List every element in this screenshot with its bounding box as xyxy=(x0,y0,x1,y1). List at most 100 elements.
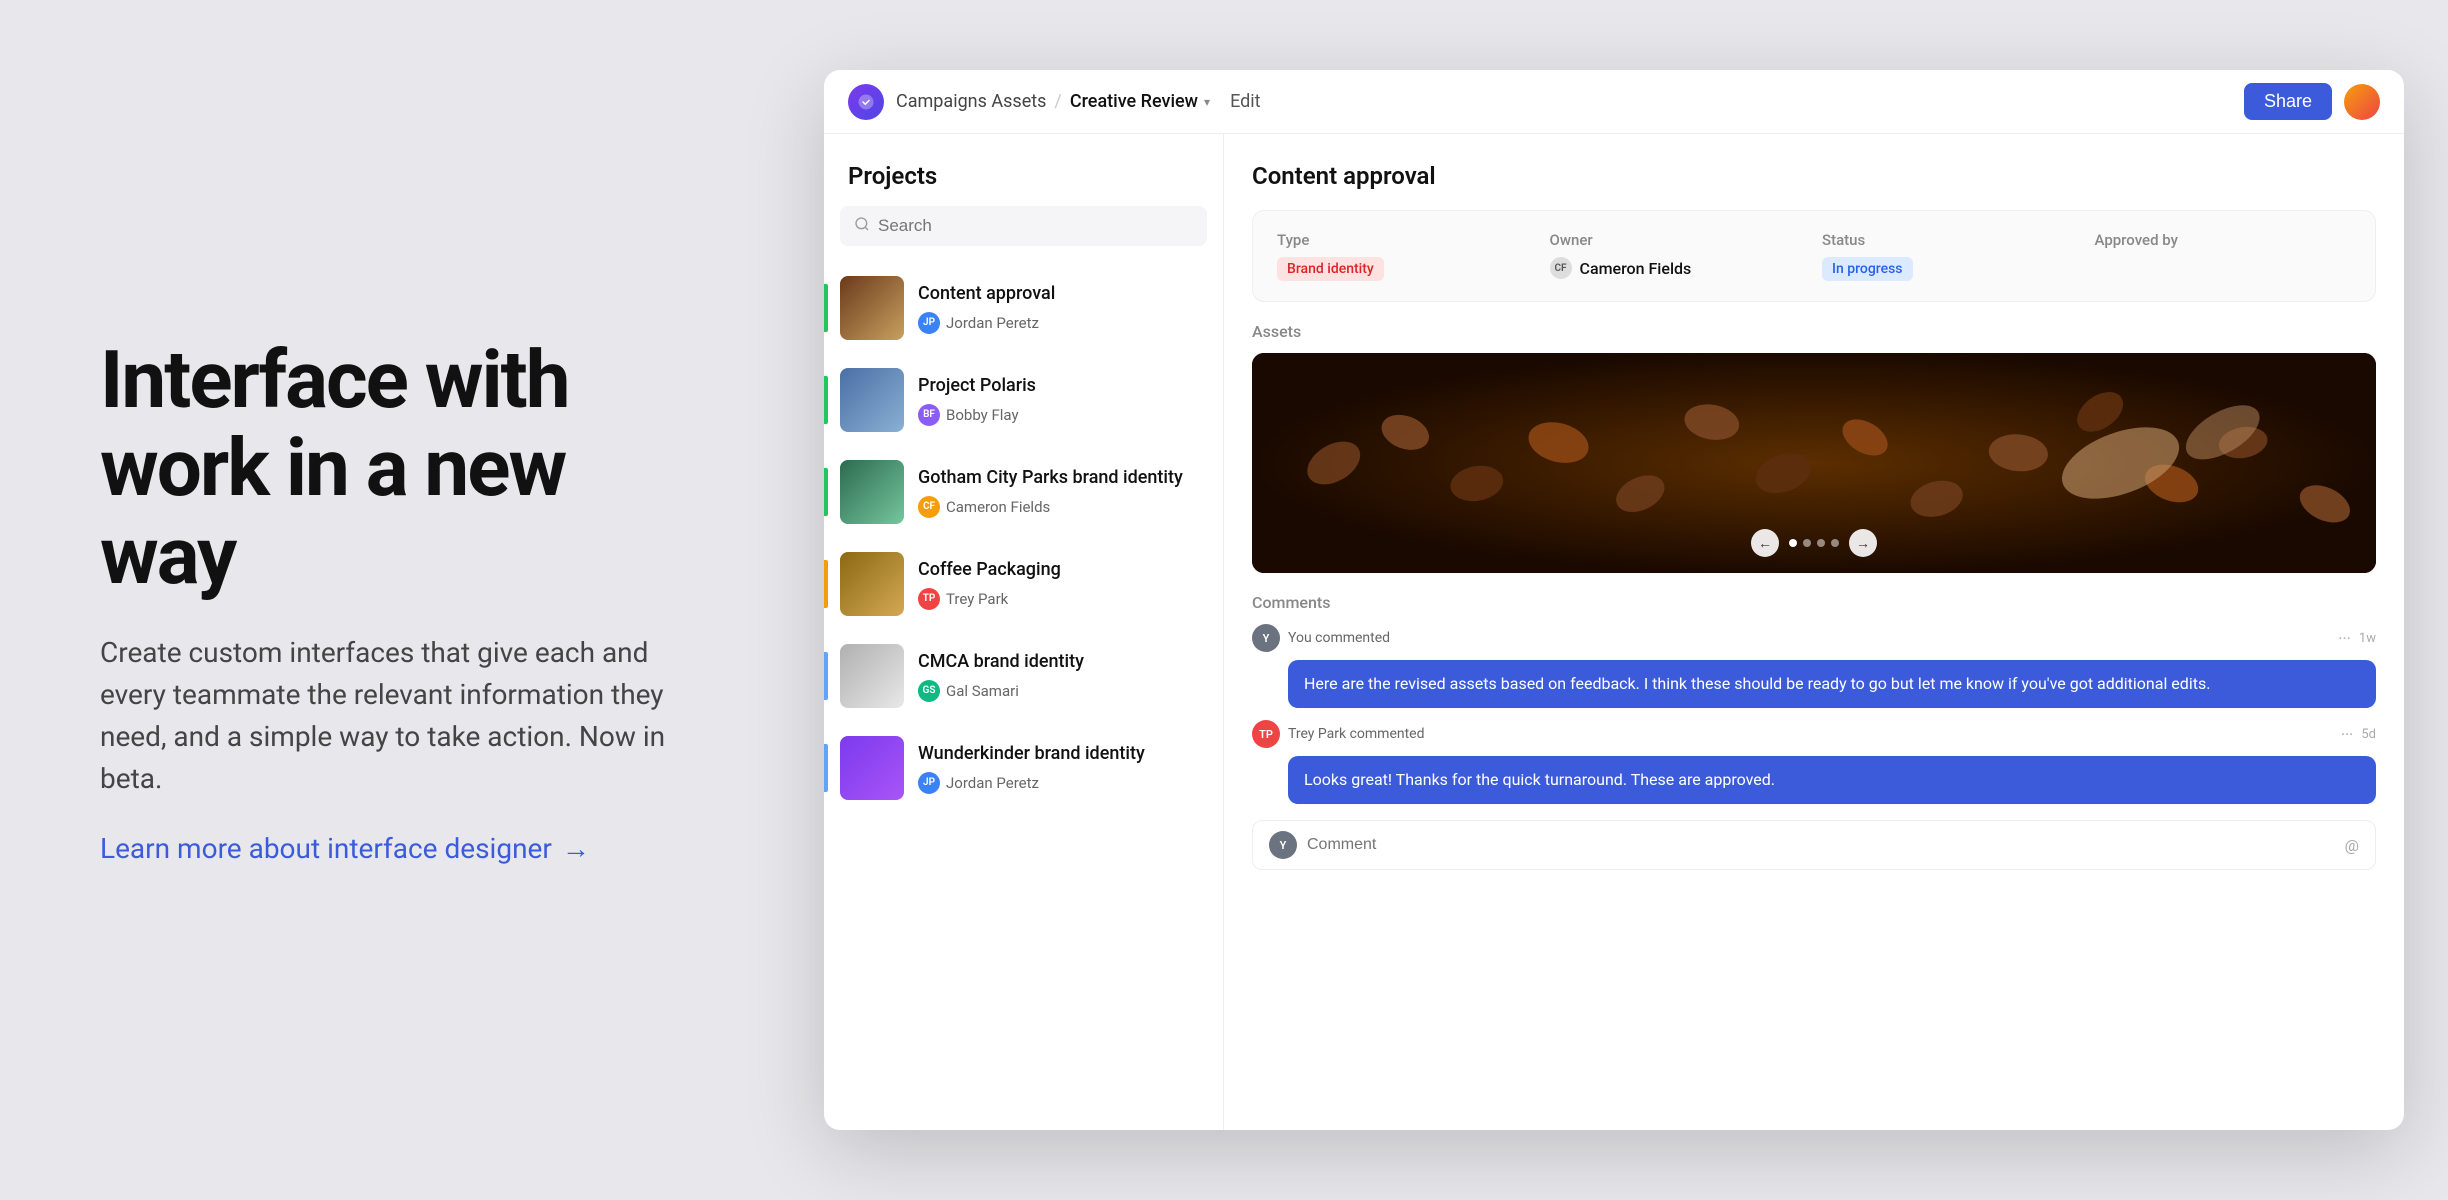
nav-dot-2[interactable] xyxy=(1803,539,1811,547)
comment-block-0: Y You commented ··· 1w Here are the revi… xyxy=(1252,624,2376,708)
project-name-0: Content approval xyxy=(918,282,1055,305)
project-info-4: CMCA brand identity GS Gal Samari xyxy=(918,650,1084,701)
projects-panel: Projects xyxy=(824,134,1224,1130)
search-input[interactable] xyxy=(878,216,1193,236)
meta-type-label: Type xyxy=(1277,231,1534,249)
assets-section: Assets xyxy=(1252,322,2376,573)
content-panel-title: Content approval xyxy=(1252,162,2376,190)
assets-label: Assets xyxy=(1252,322,2376,341)
comment-options-0[interactable]: ··· xyxy=(2338,629,2351,648)
comment-meta-0: You commented xyxy=(1288,630,2330,646)
breadcrumb-campaigns[interactable]: Campaigns Assets xyxy=(896,91,1046,112)
content-panel: Content approval Type Brand identity Own… xyxy=(1224,134,2404,1130)
search-box[interactable] xyxy=(840,206,1207,246)
status-badge: In progress xyxy=(1822,257,1913,281)
project-info-0: Content approval JP Jordan Peretz xyxy=(918,282,1055,333)
comment-thread: Y You commented ··· 1w Here are the revi… xyxy=(1252,624,2376,1102)
project-name-2: Gotham City Parks brand identity xyxy=(918,466,1183,489)
project-item-gotham[interactable]: Gotham City Parks brand identity CF Came… xyxy=(824,446,1223,538)
breadcrumb-creative-review[interactable]: Creative Review ▾ xyxy=(1070,91,1210,112)
project-thumb-1 xyxy=(840,368,904,432)
project-owner-5: JP Jordan Peretz xyxy=(918,772,1145,794)
search-icon xyxy=(854,216,870,236)
meta-approved-label: Approved by xyxy=(2095,231,2352,249)
owner-avatar-4: GS xyxy=(918,680,940,702)
project-name-1: Project Polaris xyxy=(918,374,1036,397)
comment-input-row[interactable]: Y @ xyxy=(1252,820,2376,870)
project-item-content-approval[interactable]: Content approval JP Jordan Peretz xyxy=(824,262,1223,354)
owner-row: CF Cameron Fields xyxy=(1550,257,1807,279)
project-item-polaris[interactable]: Project Polaris BF Bobby Flay xyxy=(824,354,1223,446)
top-bar-right: Share xyxy=(2244,83,2380,120)
learn-more-link[interactable]: Learn more about interface designer → xyxy=(100,832,680,865)
meta-owner-value: Cameron Fields xyxy=(1580,259,1692,278)
comment-block-1: TP Trey Park commented ··· 5d Looks grea… xyxy=(1252,720,2376,804)
owner-avatar-0: JP xyxy=(918,312,940,334)
comment-bubble-1: Looks great! Thanks for the quick turnar… xyxy=(1288,756,2376,804)
project-list: Content approval JP Jordan Peretz Proj xyxy=(824,262,1223,1130)
app-window: Campaigns Assets / Creative Review ▾ Edi… xyxy=(824,70,2404,1130)
meta-col-type: Type Brand identity xyxy=(1277,231,1534,281)
comments-label: Comments xyxy=(1252,593,2376,612)
project-info-2: Gotham City Parks brand identity CF Came… xyxy=(918,466,1183,517)
edit-button[interactable]: Edit xyxy=(1230,91,1260,112)
project-owner-1: BF Bobby Flay xyxy=(918,404,1036,426)
project-owner-4: GS Gal Samari xyxy=(918,680,1084,702)
image-nav: ← → xyxy=(1751,529,1877,557)
meta-col-owner: Owner CF Cameron Fields xyxy=(1550,231,1807,281)
hero-title: Interface with work in a new way xyxy=(100,336,680,600)
comment-bubble-0: Here are the revised assets based on fee… xyxy=(1288,660,2376,708)
project-owner-3: TP Trey Park xyxy=(918,588,1061,610)
meta-owner-label: Owner xyxy=(1550,231,1807,249)
project-owner-2: CF Cameron Fields xyxy=(918,496,1183,518)
comment-input[interactable] xyxy=(1307,836,2335,854)
owner-avatar-2: CF xyxy=(918,496,940,518)
comment-meta-1: Trey Park commented xyxy=(1288,726,2333,742)
breadcrumb: Campaigns Assets / Creative Review ▾ xyxy=(896,91,1210,112)
at-mention-icon[interactable]: @ xyxy=(2345,836,2359,855)
meta-table: Type Brand identity Owner CF Cameron Fie… xyxy=(1277,231,2351,281)
owner-avatar-1: BF xyxy=(918,404,940,426)
project-item-wunder[interactable]: Wunderkinder brand identity JP Jordan Pe… xyxy=(824,722,1223,814)
meta-status-label: Status xyxy=(1822,231,2079,249)
project-thumb-2 xyxy=(840,460,904,524)
right-panel: Campaigns Assets / Creative Review ▾ Edi… xyxy=(780,30,2448,1170)
comment-input-avatar: Y xyxy=(1269,831,1297,859)
nav-dot-4[interactable] xyxy=(1831,539,1839,547)
project-owner-0: JP Jordan Peretz xyxy=(918,312,1055,334)
nav-dots xyxy=(1789,539,1839,547)
meta-col-status: Status In progress xyxy=(1822,231,2079,281)
project-info-3: Coffee Packaging TP Trey Park xyxy=(918,558,1061,609)
project-item-cmca[interactable]: CMCA brand identity GS Gal Samari xyxy=(824,630,1223,722)
project-thumb-0 xyxy=(840,276,904,340)
approval-meta: Type Brand identity Owner CF Cameron Fie… xyxy=(1252,210,2376,302)
share-button[interactable]: Share xyxy=(2244,83,2332,120)
nav-dot-3[interactable] xyxy=(1817,539,1825,547)
project-thumb-3 xyxy=(840,552,904,616)
left-panel: Interface with work in a new way Create … xyxy=(0,256,780,945)
comment-time-1: 5d xyxy=(2361,727,2376,742)
comment-time-0: 1w xyxy=(2359,631,2376,646)
project-name-5: Wunderkinder brand identity xyxy=(918,742,1145,765)
owner-avatar-3: TP xyxy=(918,588,940,610)
projects-title: Projects xyxy=(824,134,1223,206)
prev-image-button[interactable]: ← xyxy=(1751,529,1779,557)
meta-col-approved: Approved by xyxy=(2095,231,2352,281)
main-content: Projects xyxy=(824,134,2404,1130)
top-bar: Campaigns Assets / Creative Review ▾ Edi… xyxy=(824,70,2404,134)
project-info-5: Wunderkinder brand identity JP Jordan Pe… xyxy=(918,742,1145,793)
project-info-1: Project Polaris BF Bobby Flay xyxy=(918,374,1036,425)
chevron-down-icon: ▾ xyxy=(1204,95,1210,109)
project-name-3: Coffee Packaging xyxy=(918,558,1061,581)
type-badge: Brand identity xyxy=(1277,257,1384,281)
project-item-coffee[interactable]: Coffee Packaging TP Trey Park xyxy=(824,538,1223,630)
next-image-button[interactable]: → xyxy=(1849,529,1877,557)
breadcrumb-separator: / xyxy=(1054,91,1061,112)
comment-options-1[interactable]: ··· xyxy=(2341,725,2354,744)
meta-owner-avatar: CF xyxy=(1550,257,1572,279)
comment-header-0: Y You commented ··· 1w xyxy=(1252,624,2376,652)
comment-avatar-1: TP xyxy=(1252,720,1280,748)
comments-section: Comments Y You commented ··· 1w Here xyxy=(1252,593,2376,1102)
nav-dot-1[interactable] xyxy=(1789,539,1797,547)
user-avatar[interactable] xyxy=(2344,84,2380,120)
